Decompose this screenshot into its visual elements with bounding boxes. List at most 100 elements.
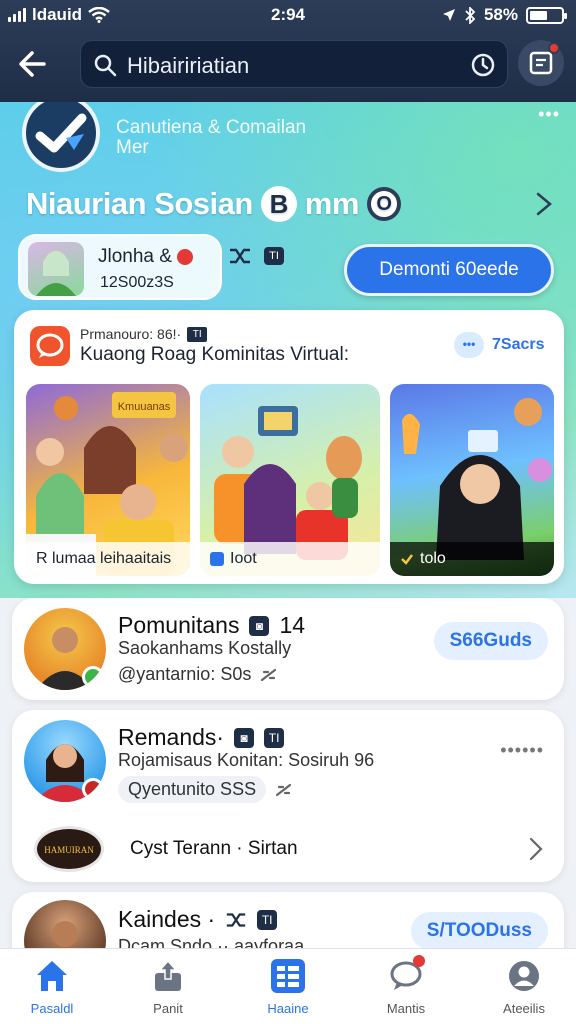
- search-bar[interactable]: Hibaiririatian: [80, 40, 508, 88]
- tag-icon: TI: [264, 727, 285, 748]
- price-pill[interactable]: S66Guds: [433, 622, 548, 660]
- chat-icon: [387, 955, 425, 995]
- card-title: Remands· ◙ TI: [118, 724, 285, 751]
- scan-icon[interactable]: [469, 51, 497, 79]
- featured-thumb-2-caption: Ioot: [200, 542, 380, 576]
- shuffle-icon: [227, 912, 246, 927]
- card-title: Kaindes · TI: [118, 906, 278, 933]
- card-title-text: Kaindes ·: [118, 906, 216, 932]
- battery-percent: 58%: [483, 5, 518, 24]
- link-icon: [261, 668, 277, 681]
- more-options-button[interactable]: ••••••: [500, 740, 544, 761]
- featured-thumb-1[interactable]: Kmuuanas R lumaa leihaaitais: [26, 384, 190, 576]
- chevron-right-icon[interactable]: [532, 190, 556, 218]
- nav-item-upload[interactable]: Panit: [118, 957, 218, 1016]
- upload-icon: [149, 957, 187, 995]
- hero-title-badge-b: B: [260, 186, 297, 222]
- notifications-button[interactable]: [518, 40, 564, 86]
- nav-label: Ateeilis: [503, 1001, 545, 1016]
- hero-more-menu[interactable]: •••: [538, 104, 560, 125]
- card-subrow[interactable]: HAMUIRAN Cyst Terann · Sirtan: [28, 822, 548, 878]
- featured-meta-tag: TI: [187, 326, 208, 342]
- featured-thumb-1-caption-text: R lumaa leihaaitais: [36, 550, 172, 567]
- nav-item-profile[interactable]: Ateeilis: [474, 957, 574, 1016]
- avatar[interactable]: [24, 608, 106, 690]
- online-badge: [82, 666, 104, 688]
- back-button[interactable]: [14, 44, 54, 84]
- featured-count[interactable]: ••• 7Sacrs: [454, 332, 545, 358]
- check-icon: [401, 554, 413, 565]
- record-dot-icon: [176, 249, 193, 265]
- nav-item-home[interactable]: Pasaldl: [2, 957, 102, 1016]
- grid-icon: [269, 957, 307, 995]
- comments-icon: •••: [454, 332, 484, 358]
- featured-thumb-3[interactable]: tolo: [390, 384, 554, 576]
- card-handle-pill[interactable]: Qyentunito SSS: [118, 776, 267, 803]
- card-subtitle: Rojamisaus Konitan: Sosiruh 96: [118, 750, 375, 770]
- thumb-banner-text: Kmuuanas: [118, 401, 171, 413]
- notification-dot: [548, 42, 560, 54]
- featured-thumb-3-caption-text: tolo: [420, 550, 446, 567]
- featured-thumb-2[interactable]: Ioot: [200, 384, 380, 576]
- chat-bubble-app-icon: [30, 326, 70, 366]
- location-icon: [442, 9, 455, 21]
- nav-label: Mantis: [386, 1001, 426, 1016]
- featured-count-text: 7Sacrs: [492, 336, 545, 353]
- featured-thumb-2-caption-text: Ioot: [230, 550, 257, 567]
- card-title-count: 14: [279, 612, 306, 638]
- community-logo: [22, 102, 100, 172]
- community-card[interactable]: Pomunitans ◙ 14 Saokanhams Kostally @yan…: [12, 598, 564, 700]
- subrow-text: Cyst Terann · Sirtan: [130, 838, 298, 859]
- featured-thumb-1-caption: R lumaa leihaaitais: [26, 542, 190, 576]
- camera-icon: ◙: [234, 727, 255, 748]
- profile-icon: [505, 957, 543, 995]
- shuffle-icon[interactable]: [228, 246, 252, 266]
- card-title-text: Remands·: [118, 724, 225, 750]
- chevron-right-icon[interactable]: [528, 836, 544, 862]
- status-badge: [82, 778, 104, 800]
- profile-chip-name-text: Jlonha &: [98, 246, 172, 267]
- nav-item-chat[interactable]: Mantis: [356, 955, 456, 1016]
- brand-logo-image: HAMUIRAN: [44, 845, 94, 855]
- profile-chip-count: 12S00z3S: [100, 274, 174, 291]
- profile-chip[interactable]: Jlonha & 12S00z3S: [18, 234, 222, 300]
- community-card[interactable]: Remands· ◙ TI Rojamisaus Konitan: Sosiru…: [12, 710, 564, 882]
- image-icon: [210, 552, 224, 566]
- checkmark-bird-icon: [35, 113, 87, 153]
- hero-title-text: Niaurian Sosian: [26, 186, 253, 221]
- notification-dot: [413, 955, 425, 967]
- search-input[interactable]: Hibaiririatian: [127, 53, 249, 79]
- hero-title-suffix: mm: [304, 186, 360, 221]
- link-icon: [275, 783, 292, 796]
- card-subtitle: Saokanhams Kostally: [118, 638, 292, 658]
- profile-chip-avatar: [28, 242, 84, 296]
- avatar[interactable]: [24, 720, 106, 802]
- featured-card[interactable]: Prmanouro: 86!· TI Kuaong Roag Kominitas…: [14, 310, 564, 584]
- home-icon: [33, 957, 71, 995]
- card-title: Pomunitans ◙ 14: [118, 612, 305, 639]
- card-handle: Qyentunito SSS: [118, 776, 294, 803]
- hero-icon-row: TI: [228, 246, 284, 266]
- nav-item-grid[interactable]: Haaine: [238, 957, 338, 1016]
- person-illustration-icon: [36, 251, 76, 296]
- tag-icon[interactable]: TI: [264, 247, 284, 265]
- hero-tagline-line1: Canutiena & Comailan: [116, 117, 307, 138]
- subrow-logo: HAMUIRAN: [34, 826, 104, 872]
- chat-bubble-icon: [36, 333, 64, 358]
- nav-label: Panit: [153, 1001, 183, 1016]
- featured-thumb-3-caption: tolo: [390, 542, 554, 576]
- status-bar: ldauid 2:94 58%: [0, 0, 576, 30]
- featured-meta: Prmanouro: 86!· TI: [80, 326, 208, 342]
- bluetooth-icon: [465, 6, 476, 24]
- hero-tagline: Canutiena & Comailan Mer: [116, 118, 306, 158]
- arrow-left-icon: [19, 51, 46, 77]
- nav-label: Pasaldl: [30, 1001, 74, 1016]
- tag-icon: TI: [257, 909, 278, 930]
- hero-title: Niaurian Sosian B mm O: [26, 186, 401, 222]
- subrow-logo-text: HAMUIRAN: [44, 845, 94, 855]
- card-handle-text: @yantarnio: S0s: [118, 664, 252, 684]
- cta-button[interactable]: Demonti 60eede: [344, 244, 554, 296]
- hero-tagline-line2: Mer: [116, 137, 149, 158]
- price-pill[interactable]: S/TOODuss: [410, 912, 548, 950]
- nav-label: Haaine: [267, 1001, 309, 1016]
